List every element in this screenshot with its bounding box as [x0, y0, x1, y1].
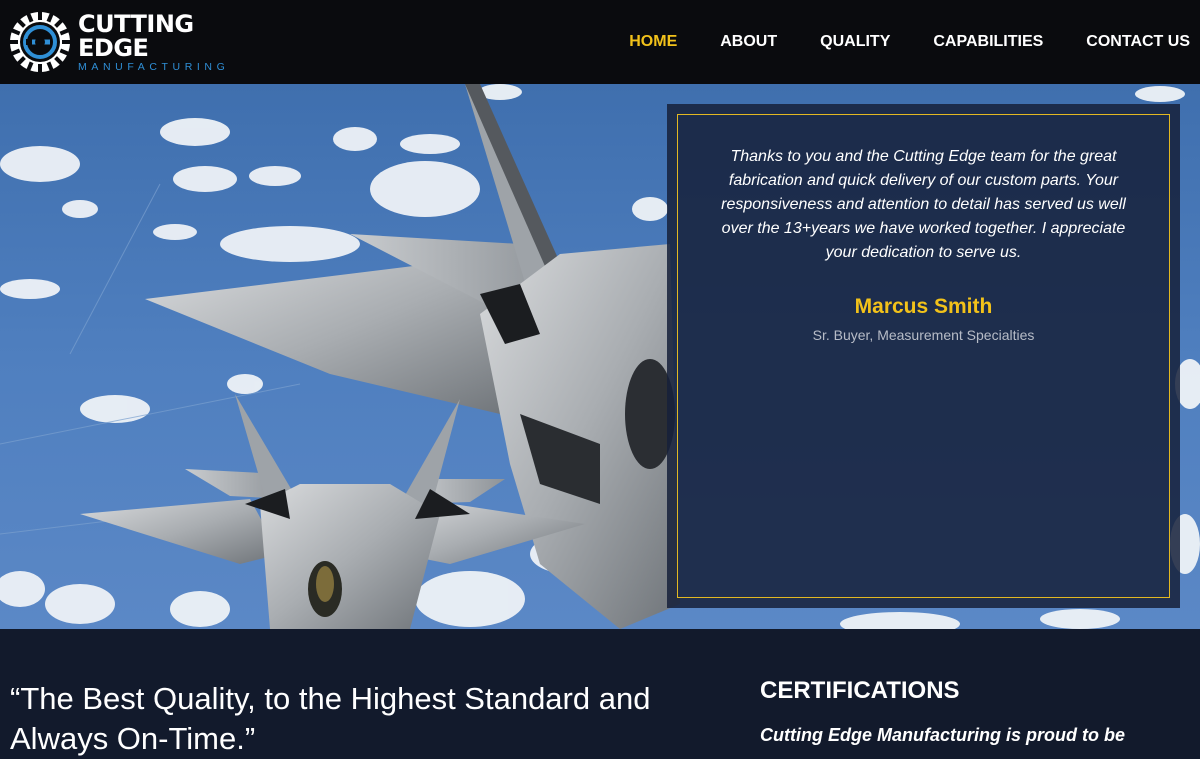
intro-section: “The Best Quality, to the Highest Standa… [0, 629, 1200, 756]
testimonial-author-title: Sr. Buyer, Measurement Specialties [812, 327, 1035, 343]
testimonial-panel: Thanks to you and the Cutting Edge team … [667, 104, 1180, 608]
gear-logo-icon [9, 11, 71, 73]
logo-text: CUTTING EDGE MANUFACTURING [78, 12, 268, 73]
nav-item-about[interactable]: ABOUT [720, 33, 777, 51]
logo[interactable]: CUTTING EDGE MANUFACTURING [8, 8, 268, 76]
hero-banner: Thanks to you and the Cutting Edge team … [0, 84, 1200, 629]
testimonial-quote: Thanks to you and the Cutting Edge team … [721, 148, 1126, 261]
testimonial-author: Marcus Smith [854, 295, 993, 318]
brand-name: CUTTING EDGE [78, 9, 194, 62]
nav-item-contact-us[interactable]: CONTACT US [1086, 33, 1190, 51]
nav-item-capabilities[interactable]: CAPABILITIES [933, 33, 1043, 51]
site-header: CUTTING EDGE MANUFACTURING HOME ABOUT QU… [0, 0, 1200, 84]
main-nav: HOME ABOUT QUALITY CAPABILITIES CONTACT … [586, 0, 1190, 84]
certifications-intro: Cutting Edge Manufacturing is proud to b… [760, 725, 1125, 745]
testimonial-border: Thanks to you and the Cutting Edge team … [677, 114, 1170, 598]
brand-subtitle: MANUFACTURING [78, 60, 230, 73]
nav-item-quality[interactable]: QUALITY [820, 33, 890, 51]
nav-item-home[interactable]: HOME [629, 33, 677, 51]
certifications-heading: CERTIFICATIONS [760, 677, 960, 704]
tagline-quote: “The Best Quality, to the Highest Standa… [10, 681, 651, 756]
